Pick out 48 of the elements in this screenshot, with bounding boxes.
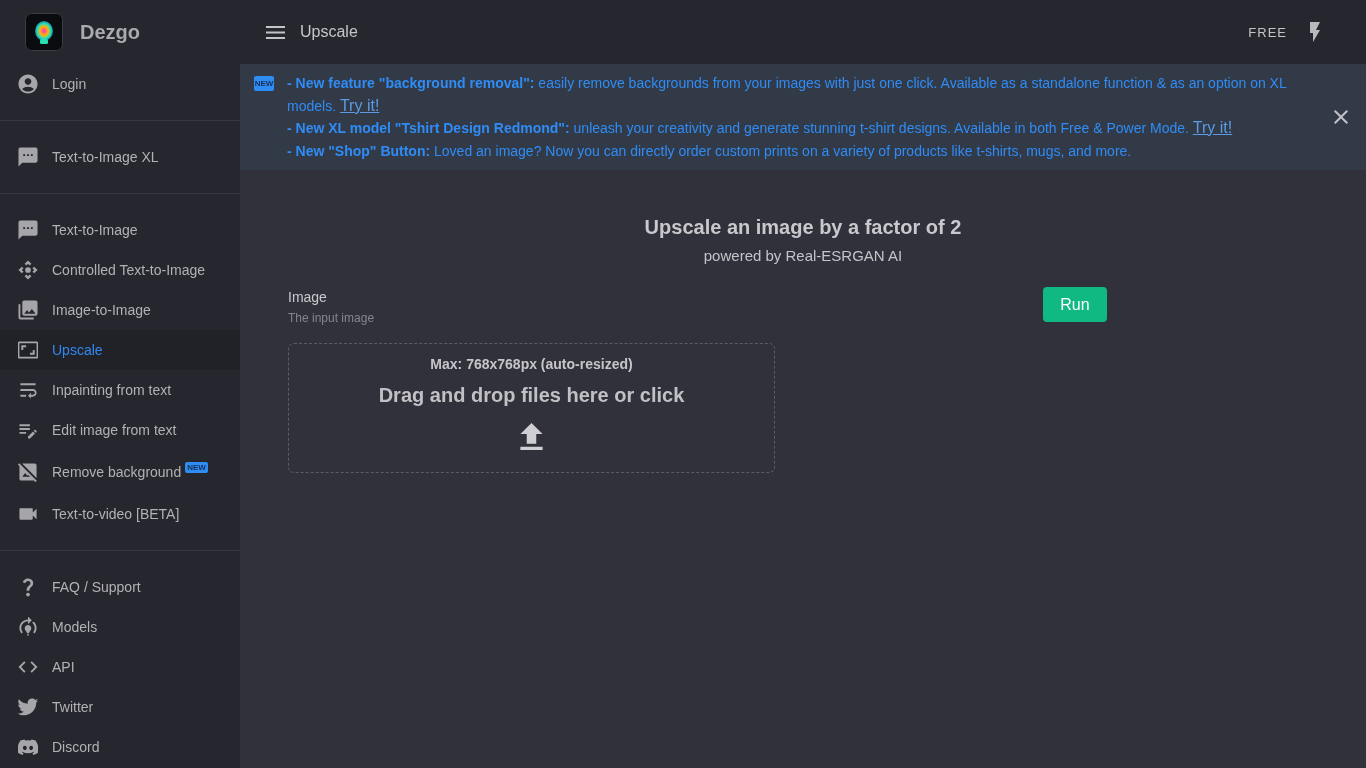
announcement-link[interactable]: Try it! xyxy=(1192,119,1233,136)
close-icon[interactable] xyxy=(1334,110,1348,124)
tool-title: Upscale an image by a factor of 2 xyxy=(643,215,963,240)
plan-mode-button[interactable]: FREE xyxy=(1248,22,1320,42)
sidebar-item[interactable]: Remove background NEW xyxy=(0,450,240,494)
circular-arrows-icon xyxy=(18,617,38,637)
crossed-image-icon xyxy=(18,462,38,482)
file-dropzone[interactable]: Max: 768x768px (auto-resized) Drag and drop files here or click xyxy=(288,343,775,473)
lightning-icon xyxy=(1310,22,1320,42)
sidebar-item[interactable]: Discord xyxy=(0,727,240,767)
controller-icon xyxy=(18,737,38,757)
sidebar-item[interactable]: API xyxy=(0,647,240,687)
new-badge: NEW xyxy=(254,76,274,91)
sidebar-item[interactable]: Image-to-Image xyxy=(0,290,240,330)
brand-name[interactable]: Dezgo xyxy=(80,20,140,44)
drop-prompt-text: Drag and drop files here or click xyxy=(378,383,685,408)
sidebar-item[interactable]: Models xyxy=(0,607,240,647)
account-icon xyxy=(18,74,38,94)
announcement-text: - New "Shop" Button: Loved an image? Now you can directly order custom prints on a variety of products like t-shirts, mugs, and more. xyxy=(287,141,1133,161)
sidebar-item[interactable]: Inpainting from text xyxy=(0,370,240,410)
sidebar-item[interactable]: Controlled Text-to-Image xyxy=(0,250,240,290)
sidebar-item[interactable]: Upscale xyxy=(0,330,240,370)
announcement-text: - New feature "background removal": easily remove backgrounds from your images with just one click. Available as a standalone function & as an option on XL models. Try it! xyxy=(287,74,1288,116)
sidebar-item[interactable]: Edit image from text xyxy=(0,410,240,450)
announcement-text: - New XL model "Tshirt Design Redmond": unleash your creativity and generate stunning t-shirt designs. Available in both Free & Power Mode. Try it! xyxy=(287,118,1234,138)
page-title: Upscale xyxy=(300,23,358,41)
sidebar-item[interactable]: Login xyxy=(0,64,240,104)
field-hint: The input image xyxy=(288,310,375,326)
sidebar-item[interactable]: Twitter xyxy=(0,687,240,727)
image-stack-icon xyxy=(18,300,38,320)
chat-bubble-icon xyxy=(18,220,38,240)
upload-icon xyxy=(520,423,543,450)
new-badge: NEW xyxy=(185,461,208,473)
announcement-link[interactable]: Try it! xyxy=(339,96,380,114)
sidebar-item[interactable]: FAQ / Support xyxy=(0,567,240,607)
menu-icon[interactable] xyxy=(266,25,285,39)
chat-bubble-icon xyxy=(18,147,38,167)
size-limit-text: Max: 768x768px (auto-resized) xyxy=(430,355,633,373)
field-label: Image xyxy=(288,288,328,307)
tool-subtitle: powered by Real-ESRGAN AI xyxy=(702,246,904,266)
wrap-text-icon xyxy=(18,380,38,400)
bird-icon xyxy=(18,697,38,717)
four-arrows-icon xyxy=(18,260,38,280)
sidebar-item[interactable]: Text-to-Image XL xyxy=(0,137,240,177)
sidebar-item[interactable]: Text-to-video [BETA] xyxy=(0,494,240,534)
frame-corners-icon xyxy=(18,340,38,360)
logo-icon[interactable] xyxy=(25,13,63,51)
sidebar-item[interactable]: Text-to-Image xyxy=(0,210,240,250)
